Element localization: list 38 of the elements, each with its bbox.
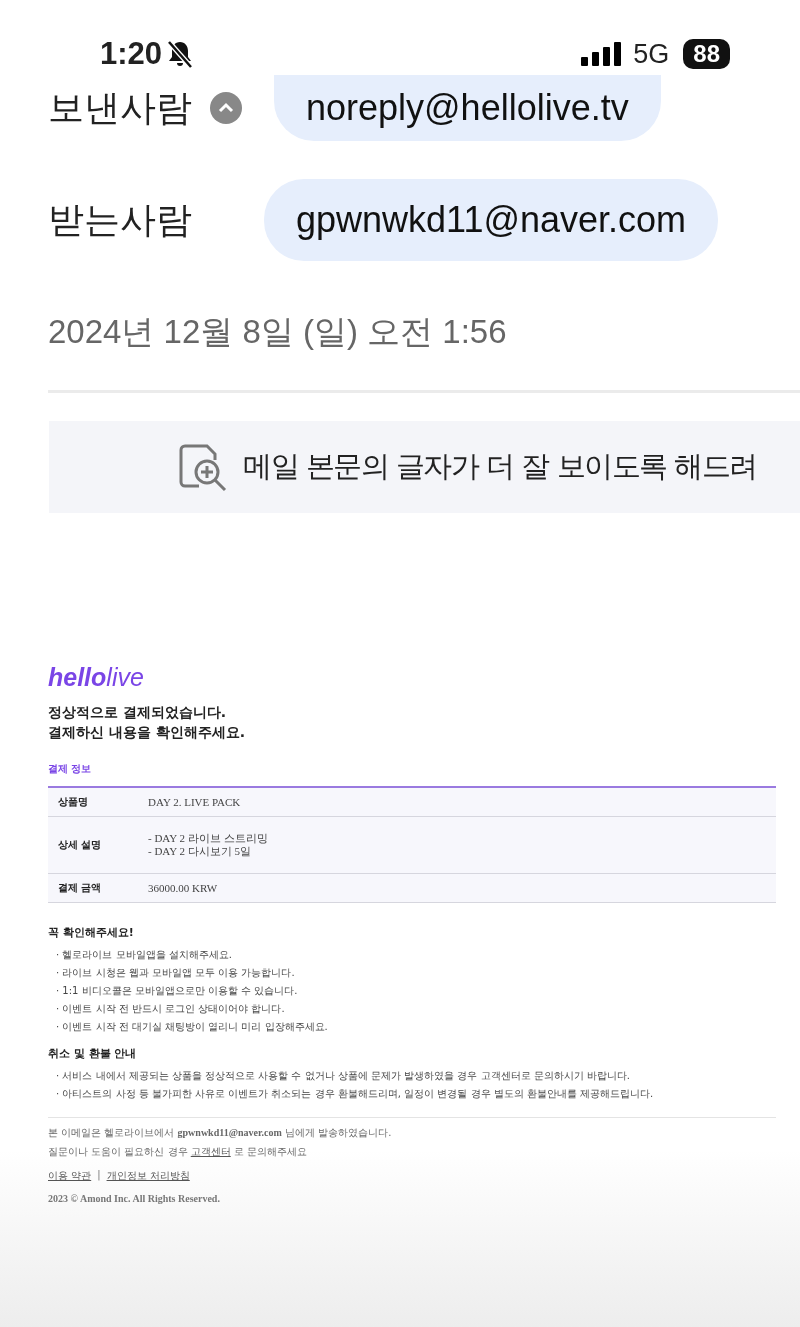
privacy-link[interactable]: 개인정보 처리방침 bbox=[106, 1169, 190, 1183]
table-value: DAY 2. LIVE PACK bbox=[138, 787, 776, 817]
notice-title: 꼭 확인해주세요! bbox=[48, 925, 135, 940]
notice-item: · 헬로라이브 모바일앱을 설치해주세요. bbox=[56, 948, 233, 962]
copyright-text: 2023 © Amond Inc. All Rights Reserved. bbox=[48, 1193, 221, 1204]
table-label: 결제 금액 bbox=[48, 873, 138, 903]
refund-item: · 서비스 내에서 제공되는 상품을 정상적으로 사용할 수 없거나 상품에 문제가 발생하였을 경우 고객센터로 문의하시기 바랍니다. bbox=[56, 1069, 632, 1083]
signal-icon bbox=[581, 42, 622, 66]
link-separator: | bbox=[97, 1169, 101, 1183]
refund-title: 취소 및 환불 안내 bbox=[48, 1046, 138, 1061]
payment-headline: 정상적으로 결제되었습니다. 결제하신 내용을 확인해주세요. bbox=[48, 703, 247, 742]
support-link[interactable]: 고객센터 bbox=[190, 1146, 231, 1157]
sender-label: 보낸사람 bbox=[48, 85, 192, 130]
hellolive-logo: hellolive bbox=[48, 663, 145, 692]
footer-text: 본 이메일은 헬로라이브에서 gpwnwkd11@naver.com 님에게 발송하였습니다. bbox=[48, 1126, 393, 1140]
section-title: 결제 정보 bbox=[48, 762, 93, 776]
table-label: 상품명 bbox=[48, 787, 138, 817]
battery-level: 88 bbox=[683, 39, 730, 69]
table-label: 상세 설명 bbox=[48, 816, 138, 874]
muted-bell-icon bbox=[166, 39, 195, 69]
terms-link[interactable]: 이용 약관 bbox=[48, 1169, 92, 1183]
text-size-banner[interactable]: 메일 본문의 글자가 더 잘 보이도록 해드려 bbox=[49, 421, 800, 513]
recipient-chip[interactable]: gpwnwkd11@naver.com bbox=[264, 179, 719, 261]
notice-item: · 라이브 시청은 웹과 모바일앱 모두 이용 가능합니다. bbox=[56, 966, 296, 980]
network-label: 5G bbox=[633, 38, 670, 70]
notice-item: · 이벤트 시작 전 대기실 채팅방이 열리니 미리 입장해주세요. bbox=[56, 1020, 329, 1034]
recipient-label: 받는사람 bbox=[48, 197, 193, 242]
refund-item: · 아티스트의 사정 등 불가피한 사유로 이벤트가 취소되는 경우 환불해드리며, 일정이 변경될 경우 별도의 환불안내를 제공해드립니다. bbox=[56, 1087, 655, 1101]
footer-help-text: 질문이나 도움이 필요하신 경우 고객센터 로 문의해주세요 bbox=[48, 1145, 309, 1159]
table-value: - DAY 2 라이브 스트리밍 - DAY 2 다시보기 5일 bbox=[138, 816, 776, 874]
zoom-document-icon bbox=[177, 442, 229, 492]
clock-time: 1:20 bbox=[100, 36, 163, 72]
notice-item: · 이벤트 시작 전 반드시 로그인 상태이어야 합니다. bbox=[56, 1002, 286, 1016]
sent-date: 2024년 12월 8일 (일) 오전 1:56 bbox=[47, 312, 508, 352]
collapse-icon[interactable] bbox=[210, 92, 242, 124]
sender-chip[interactable]: noreply@hellolive.tv bbox=[274, 75, 661, 141]
notice-item: · 1:1 비디오콜은 모바일앱으로만 이용할 수 있습니다. bbox=[56, 984, 299, 998]
table-value: 36000.00 KRW bbox=[138, 873, 776, 903]
